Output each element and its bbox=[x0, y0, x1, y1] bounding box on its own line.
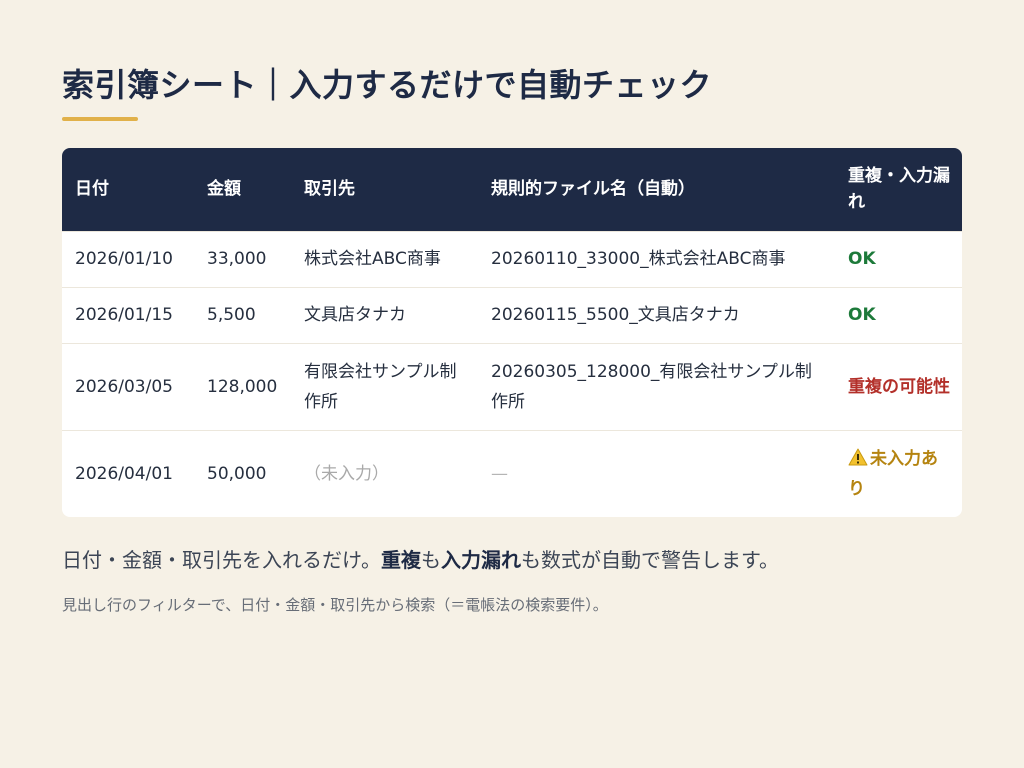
cell-date: 2026/03/05 bbox=[62, 342, 194, 430]
summary-part2: も bbox=[421, 548, 441, 572]
summary-text: 日付・金額・取引先を入れるだけ。重複も入力漏れも数式が自動で警告します。 bbox=[62, 545, 779, 575]
warning-icon bbox=[848, 448, 868, 466]
title-underline bbox=[62, 117, 138, 121]
cell-date: 2026/01/10 bbox=[62, 230, 194, 287]
index-table-card: 日付 金額 取引先 規則的ファイル名（自動） 重複・入力漏れ 2026/01/1… bbox=[62, 148, 962, 517]
cell-amount: 33,000 bbox=[194, 230, 291, 287]
summary-part3: も数式が自動で警告します。 bbox=[521, 548, 779, 572]
cell-status: OK bbox=[835, 230, 962, 287]
search-note: 見出し行のフィルターで、日付・金額・取引先から検索（＝電帳法の検索要件）。 bbox=[62, 596, 608, 614]
cell-filename: 20260115_5500_文具店タナカ bbox=[478, 286, 835, 343]
cell-status: OK bbox=[835, 286, 962, 343]
cell-partner: 有限会社サンプル制作所 bbox=[291, 342, 478, 430]
column-header-amount: 金額 bbox=[207, 179, 241, 200]
cell-partner: 文具店タナカ bbox=[291, 286, 478, 343]
cell-partner: 株式会社ABC商事 bbox=[291, 230, 478, 287]
cell-status: 未入力あり bbox=[835, 429, 962, 517]
table-row: 2026/03/05 128,000 有限会社サンプル制作所 20260305_… bbox=[62, 342, 962, 430]
cell-date: 2026/04/01 bbox=[62, 429, 194, 517]
summary-bold-duplicate: 重複 bbox=[381, 548, 421, 572]
cell-filename: — bbox=[478, 429, 835, 517]
cell-amount: 128,000 bbox=[194, 342, 291, 430]
cell-partner: （未入力） bbox=[291, 429, 478, 517]
table-header-row: 日付 金額 取引先 規則的ファイル名（自動） 重複・入力漏れ bbox=[62, 148, 962, 231]
table-row: 2026/01/10 33,000 株式会社ABC商事 20260110_330… bbox=[62, 230, 962, 287]
column-header-filename: 規則的ファイル名（自動） bbox=[491, 179, 695, 200]
index-table: 日付 金額 取引先 規則的ファイル名（自動） 重複・入力漏れ 2026/01/1… bbox=[62, 148, 962, 517]
table-row: 2026/04/01 50,000 （未入力） — 未入力あり bbox=[62, 429, 962, 517]
cell-amount: 50,000 bbox=[194, 429, 291, 517]
cell-amount: 5,500 bbox=[194, 286, 291, 343]
summary-part1: 日付・金額・取引先を入れるだけ。 bbox=[62, 548, 381, 572]
cell-date: 2026/01/15 bbox=[62, 286, 194, 343]
column-header-date: 日付 bbox=[75, 179, 109, 200]
column-header-status: 重複・入力漏れ bbox=[848, 166, 950, 213]
column-header-partner: 取引先 bbox=[304, 179, 355, 200]
page-title: 索引簿シート｜入力するだけで自動チェック bbox=[62, 66, 713, 104]
cell-filename: 20260305_128000_有限会社サンプル制作所 bbox=[478, 342, 835, 430]
cell-status: 重複の可能性 bbox=[835, 342, 962, 430]
table-row: 2026/01/15 5,500 文具店タナカ 20260115_5500_文具… bbox=[62, 286, 962, 343]
cell-filename: 20260110_33000_株式会社ABC商事 bbox=[478, 230, 835, 287]
summary-bold-missing: 入力漏れ bbox=[441, 548, 521, 572]
